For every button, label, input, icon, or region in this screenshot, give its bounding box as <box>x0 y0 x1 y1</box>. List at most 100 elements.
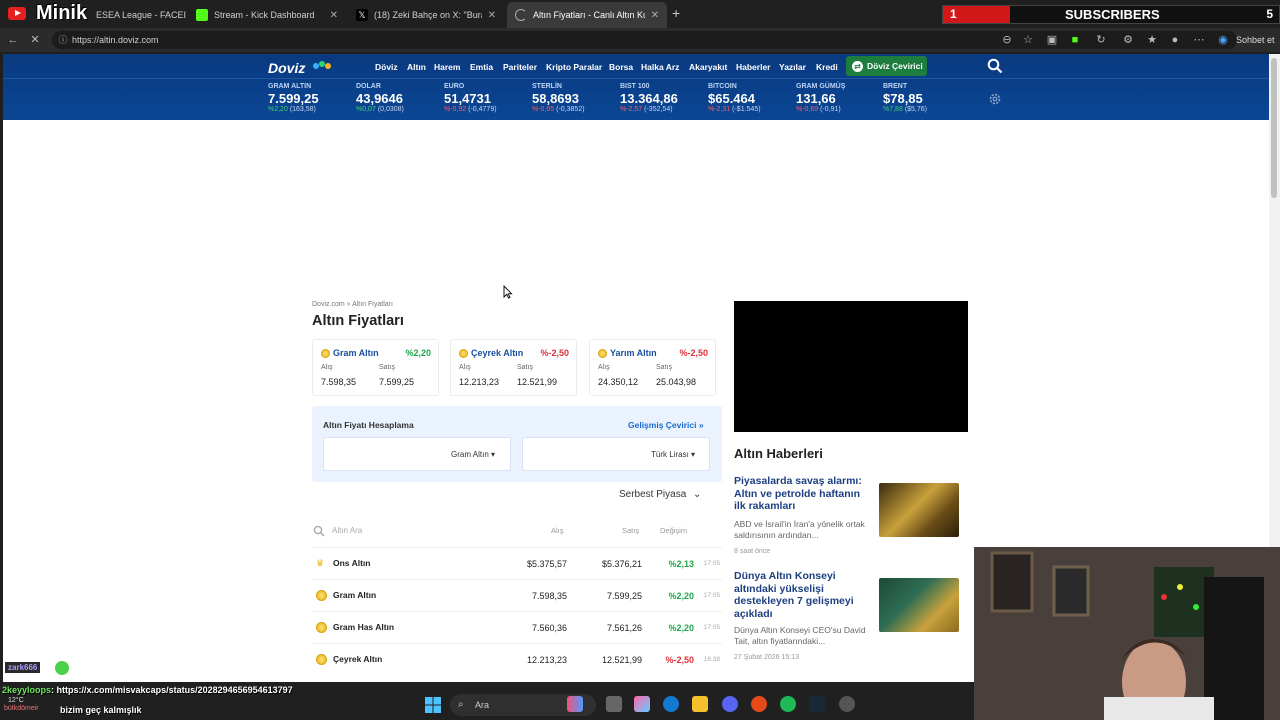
ticker-gram-gumus[interactable]: GRAM GÜMÜŞ 131,66 %-0,69 (-0,91) <box>796 83 845 113</box>
nav-emtia[interactable]: Emtia <box>470 62 493 72</box>
url-field[interactable] <box>52 31 1237 49</box>
back-icon[interactable]: ← <box>6 33 20 47</box>
news-headline[interactable]: Dünya Altın Konseyi altındaki yükselişi … <box>734 570 869 620</box>
nav-kripto[interactable]: Kripto Paralar <box>546 62 602 72</box>
favorites-icon[interactable]: ★ <box>1145 33 1159 47</box>
table-row[interactable]: Gram Has Altın 7.560,36 7.561,26 %2,20 1… <box>312 611 722 643</box>
card-sell-value: 7.599,25 <box>379 377 415 387</box>
close-icon[interactable]: ✕ <box>488 10 496 21</box>
ticker-value: 13.364,86 <box>620 91 678 106</box>
search-highlight-icon[interactable] <box>567 696 583 712</box>
weather-temp[interactable]: 12°C <box>8 697 24 704</box>
news-headline[interactable]: Piyasalarda savaş alarmı: Altın ve petro… <box>734 475 869 513</box>
ticker-name: BITCOIN <box>708 83 737 90</box>
obs-icon[interactable] <box>751 696 767 712</box>
advanced-converter-link[interactable]: Gelişmiş Çevirici » <box>628 420 704 430</box>
price-card-yarim-altin[interactable]: Yarım Altın %-2,50 Alış Satış 24.350,12 … <box>589 339 716 396</box>
search-icon: ⌕ <box>458 699 464 710</box>
stop-loading-icon[interactable]: ✕ <box>28 33 42 47</box>
taskbar-search-placeholder[interactable]: Ara <box>475 700 489 710</box>
nav-kredi[interactable]: Kredi <box>816 62 838 72</box>
table-row[interactable]: ♛ Ons Altın $5.375,57 $5.376,21 %2,13 17… <box>312 547 722 579</box>
tab-altin[interactable]: Altın Fiyatları - Canlı Altın Kuru ve ✕ <box>507 2 667 28</box>
file-explorer-icon[interactable] <box>692 696 708 712</box>
task-view-icon[interactable] <box>606 696 622 712</box>
spotify-icon[interactable] <box>780 696 796 712</box>
nav-yazilar[interactable]: Yazılar <box>779 62 806 72</box>
card-buy-label: Alış <box>321 364 333 371</box>
site-info-icon[interactable]: ⓘ <box>56 33 70 47</box>
gold-search-input[interactable]: Altın Ara <box>332 526 362 535</box>
tab-faceit[interactable]: ESEA League - FACEIT ✕ <box>88 2 186 28</box>
tab-kick[interactable]: Stream - Kick Dashboard ✕ <box>188 2 346 28</box>
refresh-extension-icon[interactable]: ↻ <box>1094 33 1108 47</box>
profile-avatar-icon[interactable]: ● <box>1168 33 1182 47</box>
price-card-gram-altin[interactable]: Gram Altın %2,20 Alış Satış 7.598,35 7.5… <box>312 339 439 396</box>
nav-pariteler[interactable]: Pariteler <box>503 62 537 72</box>
gold-bars-thumbnail[interactable] <box>879 483 959 537</box>
ticker-sterlin[interactable]: STERLİN 58,8693 %-0,65 (-0,3852) <box>532 83 585 113</box>
world-gold-council-thumbnail[interactable] <box>879 578 959 632</box>
copilot-taskbar-icon[interactable] <box>634 696 650 712</box>
weather-label[interactable]: bütkdömeir <box>4 705 39 712</box>
steam-icon[interactable] <box>809 696 825 712</box>
row-name: Çeyrek Altın <box>333 654 383 664</box>
crown-icon: ♛ <box>316 558 325 568</box>
table-row[interactable]: Çeyrek Altın 12.213,23 12.521,99 %-2,50 … <box>312 643 722 675</box>
news-item[interactable]: Piyasalarda savaş alarmı: Altın ve petro… <box>734 475 970 559</box>
row-change: %2,20 <box>668 591 694 601</box>
settings-gear-icon[interactable] <box>988 92 1002 106</box>
nav-akaryakit[interactable]: Akaryakıt <box>689 62 727 72</box>
kick-extension-icon[interactable]: ■ <box>1068 33 1082 47</box>
chat-message: 2keyyloops: https://x.com/misvakcaps/sta… <box>2 685 293 695</box>
extension-icon[interactable]: ▣ <box>1045 33 1059 47</box>
windows-start-icon[interactable] <box>425 697 441 713</box>
nav-doviz[interactable]: Döviz <box>375 62 398 72</box>
unit-select-to[interactable]: Türk Lirası ▾ <box>651 450 695 459</box>
ticker-brent[interactable]: BRENT $78,85 %7,88 ($5,76) <box>883 83 927 113</box>
breadcrumb[interactable]: Doviz.com » Altın Fiyatları <box>312 301 393 308</box>
ticker-euro[interactable]: EURO 51,4731 %-0,92 (-0,4779) <box>444 83 497 113</box>
site-logo[interactable]: Doviz <box>268 60 305 76</box>
ticker-pct: %-0,65 <box>532 106 555 113</box>
market-select[interactable]: Serbest Piyasa ⌄ <box>619 489 701 500</box>
nav-borsa[interactable]: Borsa <box>609 62 633 72</box>
search-icon[interactable] <box>987 58 1003 74</box>
table-row[interactable]: Gram Altın 7.598,35 7.599,25 %2,20 17:05 <box>312 579 722 611</box>
copilot-icon[interactable]: ◉ <box>1216 33 1230 47</box>
scrollbar-thumb[interactable] <box>1271 58 1277 198</box>
url-text[interactable]: https://altin.doviz.com <box>72 35 159 45</box>
more-menu-icon[interactable]: ⋯ <box>1192 33 1206 47</box>
column-header-buy[interactable]: Alış <box>551 526 564 535</box>
close-icon[interactable]: ✕ <box>330 10 338 21</box>
price-card-ceyrek-altin[interactable]: Çeyrek Altın %-2,50 Alış Satış 12.213,23… <box>450 339 577 396</box>
unit-select-from[interactable]: Gram Altın ▾ <box>451 450 495 459</box>
nav-halka-arz[interactable]: Halka Arz <box>641 62 679 72</box>
tab-x[interactable]: 𝕏 (18) Zeki Bahçe on X: "Burası Gazze ✕ <box>348 2 504 28</box>
ticker-gram-altin[interactable]: GRAM ALTIN 7.599,25 %2,20 (163,58) <box>268 83 319 113</box>
new-tab-button[interactable]: + <box>672 5 680 21</box>
video-player[interactable] <box>734 301 968 432</box>
youtube-icon <box>8 7 26 20</box>
close-icon[interactable]: ✕ <box>651 10 659 21</box>
favorite-star-icon[interactable]: ☆ <box>1021 33 1035 47</box>
ticker-bitcoin[interactable]: BITCOIN $65.464 %-2,31 (-$1.545) <box>708 83 761 113</box>
ticker-bist100[interactable]: BIST 100 13.364,86 %-2,57 (-352,54) <box>620 83 678 113</box>
edge-icon[interactable] <box>663 696 679 712</box>
nav-altin[interactable]: Altın <box>407 62 426 72</box>
app-icon[interactable] <box>839 696 855 712</box>
chat-username-badge: zark666 <box>5 662 41 673</box>
news-item[interactable]: Dünya Altın Konseyi altındaki yükselişi … <box>734 570 970 665</box>
loading-spinner-icon <box>515 9 527 21</box>
column-header-change[interactable]: Değişim <box>660 526 687 535</box>
reader-mode-icon[interactable]: ⊖ <box>1000 33 1014 47</box>
extensions-icon[interactable]: ⚙ <box>1121 33 1135 47</box>
chat-button[interactable]: Sohbet et <box>1236 35 1275 45</box>
chevron-down-icon: ⌄ <box>693 489 702 500</box>
discord-icon[interactable] <box>722 696 738 712</box>
currency-converter-button[interactable]: ⇄ Döviz Çevirici <box>846 56 927 76</box>
nav-harem[interactable]: Harem <box>434 62 460 72</box>
ticker-dolar[interactable]: DOLAR 43,9646 %0,07 (0,0308) <box>356 83 404 113</box>
column-header-sell[interactable]: Satış <box>622 526 639 535</box>
nav-haberler[interactable]: Haberler <box>736 62 771 72</box>
